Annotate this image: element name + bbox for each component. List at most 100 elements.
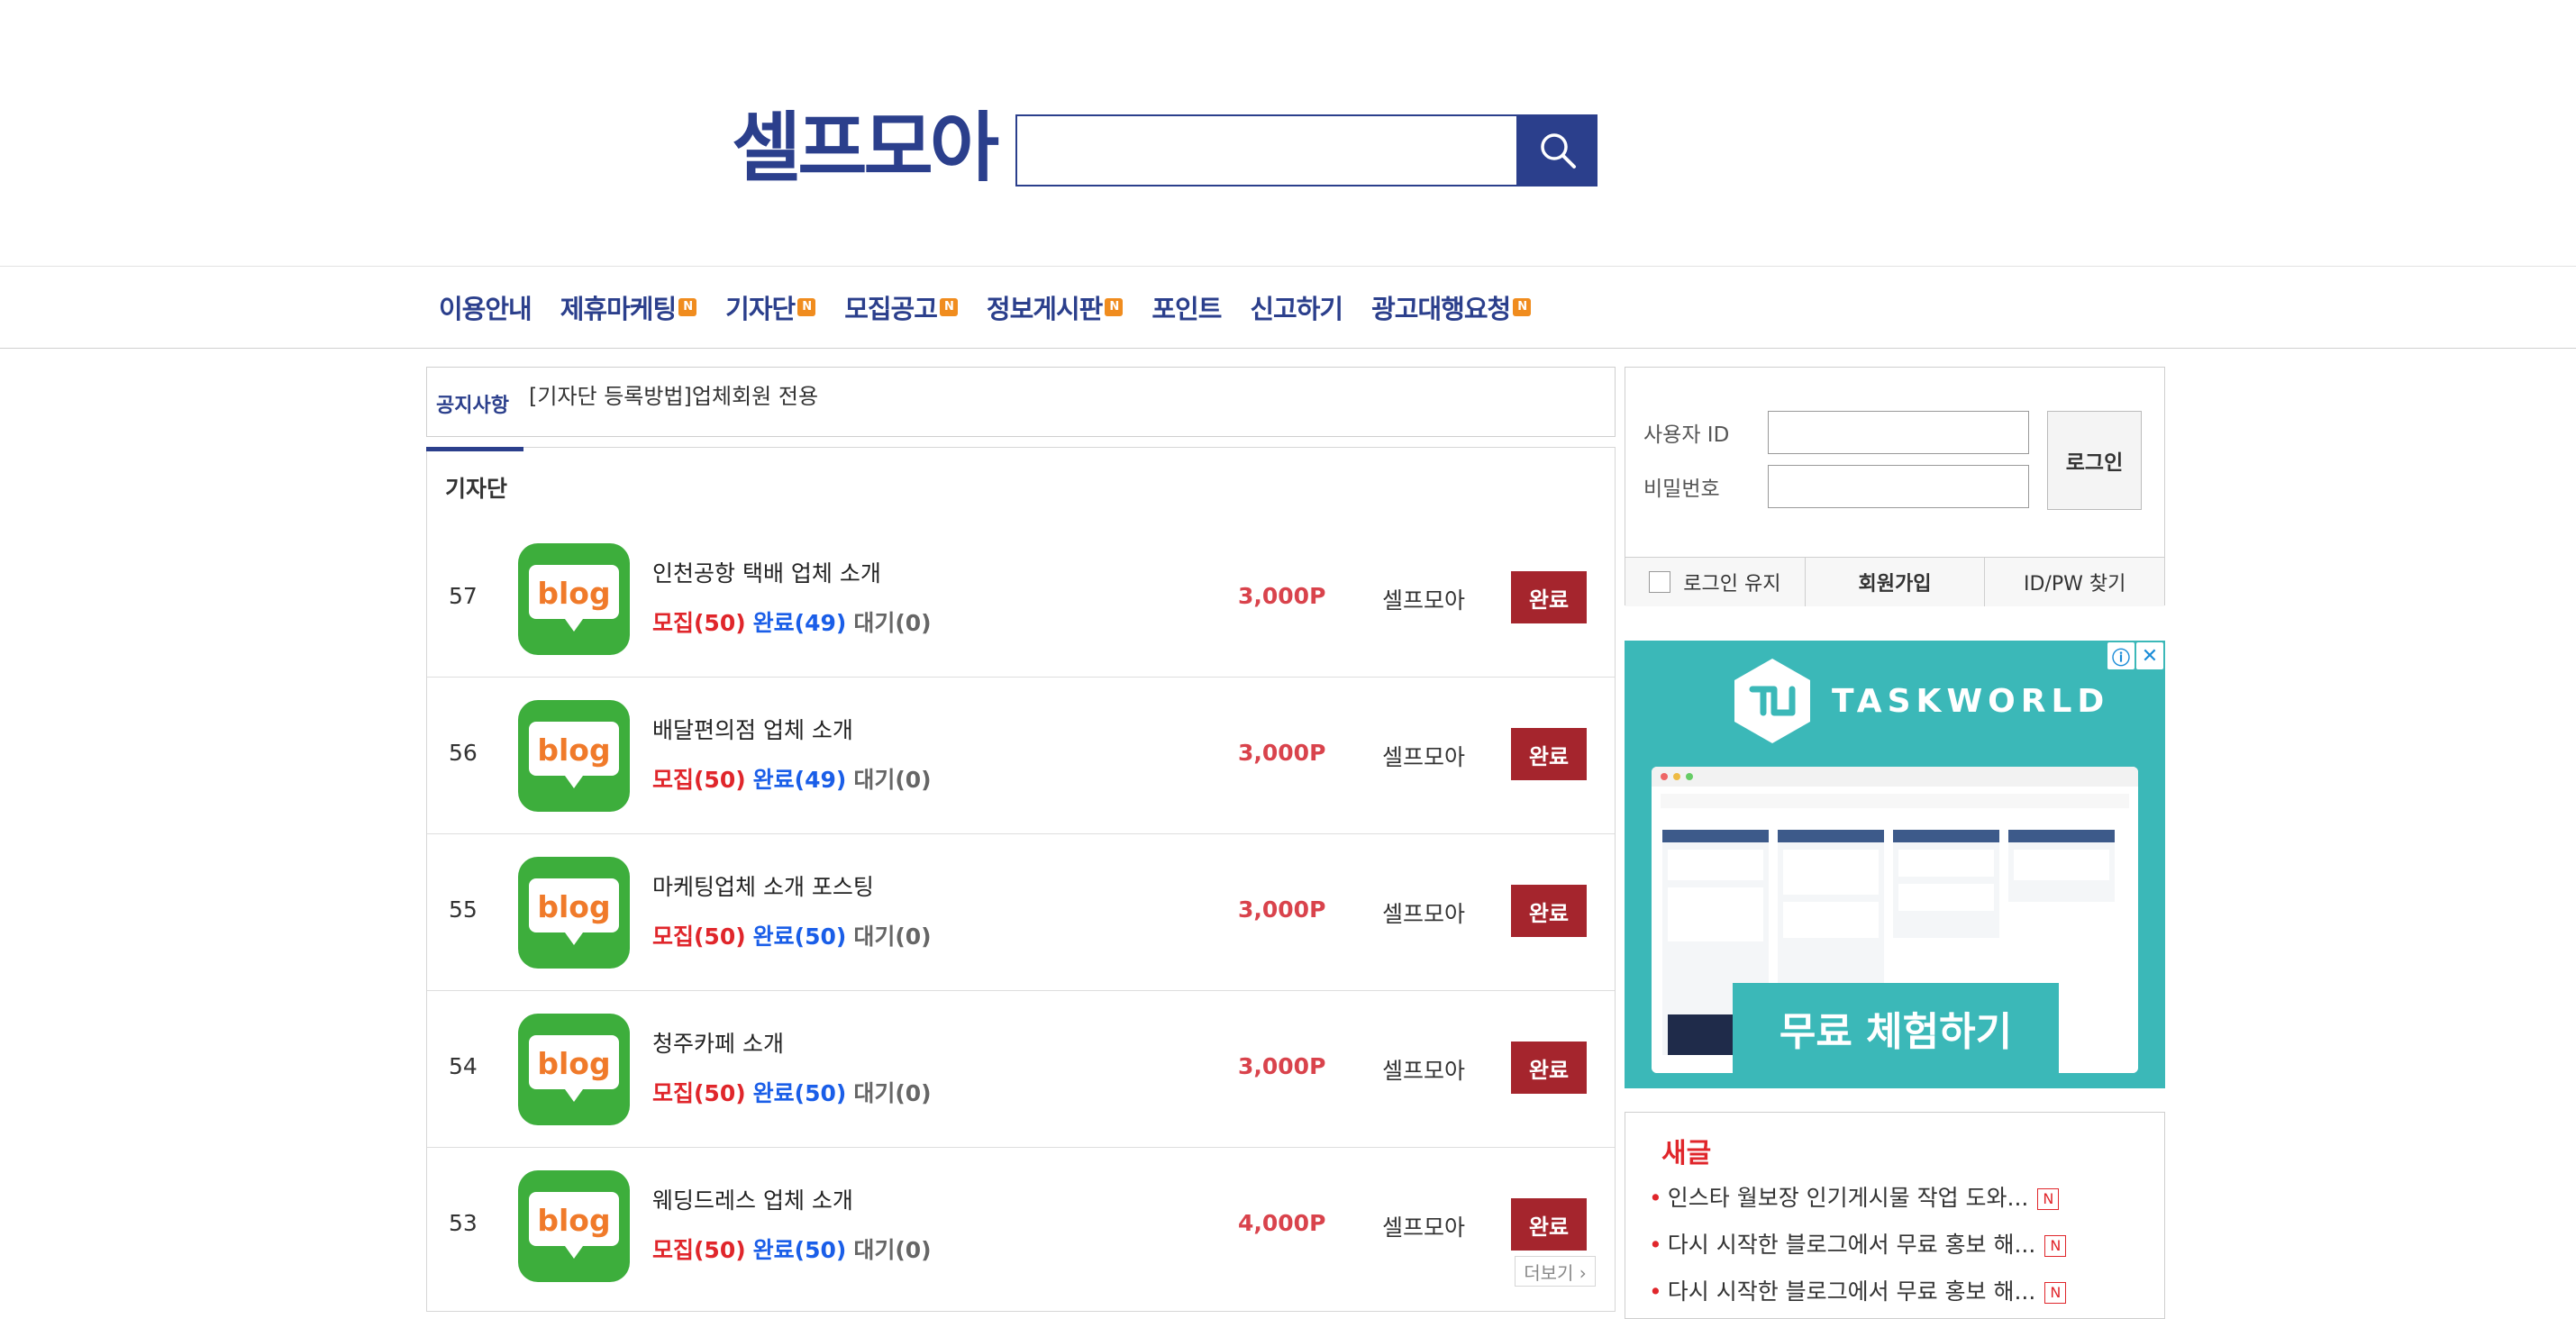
search-button[interactable] [1518,114,1597,186]
new-badge: N [797,298,816,316]
password-input[interactable] [1768,465,2029,508]
list-item[interactable]: 55 blog 마케팅업체 소개 포스팅 모집(50) 완료(50) 대기(0) 3… [427,833,1615,991]
list-item[interactable]: 56 blog 배달편의점 업체 소개 모집(50) 완료(49) 대기(0) 3,… [427,677,1615,834]
item-number: 55 [449,896,478,923]
new-post-title: 인스타 월보장 인기게시물 작업 도와... [1667,1185,2029,1211]
blog-icon: blog [518,543,630,655]
login-box: 사용자 ID 비밀번호 로그인 로그인 유지 회원가입 ID/PW 찾기 [1625,367,2165,606]
item-title[interactable]: 배달편의점 업체 소개 [652,713,853,745]
search-icon [1541,133,1576,168]
blog-icon: blog [518,700,630,812]
keep-login-checkbox[interactable] [1649,571,1671,593]
new-badge: N [2037,1188,2060,1210]
taskworld-logo-icon [1734,659,1810,743]
recruit-count: 모집(50) [652,610,746,636]
status-button[interactable]: 완료 [1511,1198,1587,1251]
new-badge: N [2044,1282,2067,1304]
user-id-input[interactable] [1768,411,2029,454]
nav-item-report[interactable]: 신고하기 [1250,288,1343,326]
item-number: 56 [449,740,478,766]
item-points: 3,000P [1238,583,1326,609]
wait-count: 대기(0) [853,1237,932,1263]
new-badge: N [1105,298,1124,316]
new-posts-title: 새글 [1661,1138,1712,1169]
ad-cta-button[interactable]: 무료 체험하기 [1733,983,2059,1073]
bullet: • [1649,1185,1662,1211]
new-post-title: 다시 시작한 블로그에서 무료 홍보 해... [1667,1278,2036,1305]
new-badge: N [939,298,958,316]
find-id-pw-link[interactable]: ID/PW 찾기 [1985,558,2164,606]
item-title[interactable]: 웨딩드레스 업체 소개 [652,1183,853,1215]
item-points: 3,000P [1238,740,1326,766]
ad-brand-name: TASKWORLD [1832,683,2110,720]
new-badge: N [1513,298,1532,316]
item-stats: 모집(50) 완료(50) 대기(0) [652,919,932,951]
nav-label: 이용안내 [439,294,532,324]
status-button[interactable]: 완료 [1511,728,1587,780]
more-button[interactable]: 더보기 › [1515,1256,1596,1287]
item-stats: 모집(50) 완료(50) 대기(0) [652,1233,932,1265]
done-count: 완료(49) [752,610,847,636]
nav-label: 기자단 [725,294,796,324]
recruit-count: 모집(50) [652,1080,746,1106]
ad-info-icon[interactable]: ⓘ [2107,642,2135,669]
done-count: 완료(49) [752,767,847,793]
active-tab-indicator [426,447,523,451]
nav-item-ad-agency-request[interactable]: 광고대행요청 N [1371,288,1532,326]
svg-text:blog: blog [537,1046,610,1081]
signup-link[interactable]: 회원가입 [1806,558,1986,606]
recruit-count: 모집(50) [652,767,746,793]
svg-text:blog: blog [537,732,610,768]
item-points: 3,000P [1238,1053,1326,1079]
nav-item-reporters[interactable]: 기자단 N [725,288,816,326]
item-author: 셀프모아 [1382,744,1466,770]
svg-text:blog: blog [537,1203,610,1238]
blog-icon: blog [518,1170,630,1282]
item-title[interactable]: 인천공항 택배 업체 소개 [652,556,881,588]
list-item[interactable]: 54 blog 청주카페 소개 모집(50) 완료(50) 대기(0) 3,000P… [427,990,1615,1148]
login-button[interactable]: 로그인 [2047,411,2142,510]
status-button[interactable]: 완료 [1511,885,1587,937]
item-title[interactable]: 마케팅업체 소개 포스팅 [652,869,874,902]
nav-label: 모집공고 [844,294,938,324]
item-number: 57 [449,583,478,609]
search-input[interactable] [1017,116,1516,185]
new-posts-box: 새글 • 인스타 월보장 인기게시물 작업 도와... N • 다시 시작한 블로그에… [1625,1112,2165,1319]
ad-banner[interactable]: TASKWORLD 무료 체험하기 ⓘ ✕ [1625,641,2165,1087]
nav-item-info-board[interactable]: 정보게시판 N [987,288,1124,326]
list-item[interactable]: 53 blog 웨딩드레스 업체 소개 모집(50) 완료(50) 대기(0) 4,… [427,1147,1615,1304]
notice-label: 공지사항 [436,395,509,417]
new-post-item[interactable]: • 다시 시작한 블로그에서 무료 홍보 해... N [1649,1227,2067,1260]
nav-item-affiliate-marketing[interactable]: 제휴마케팅 N [560,288,697,326]
svg-text:blog: blog [537,889,610,924]
search-box[interactable] [1015,114,1518,186]
status-button[interactable]: 완료 [1511,1042,1587,1094]
item-stats: 모집(50) 완료(50) 대기(0) [652,1076,932,1108]
list-item[interactable]: 57 blog 인천공항 택배 업체 소개 모집(50) 완료(49) 대기(0) … [427,520,1615,678]
keep-login-label: 로그인 유지 [1683,573,1781,596]
svg-text:blog: blog [537,576,610,611]
ad-close-icon[interactable]: ✕ [2136,642,2163,669]
done-count: 완료(50) [752,1237,847,1263]
user-id-label: 사용자 ID [1643,423,1730,447]
item-title[interactable]: 청주카페 소개 [652,1026,784,1059]
wait-count: 대기(0) [853,767,932,793]
notice-link[interactable]: [기자단 등록방법]업체회원 전용 [529,378,818,410]
nav-label: 제휴마케팅 [560,294,677,324]
nav-label: 광고대행요청 [1371,294,1511,324]
login-options: 로그인 유지 회원가입 ID/PW 찾기 [1625,557,2164,606]
site-logo[interactable]: 셀프모아 [732,110,999,186]
list-title[interactable]: 기자단 [445,471,507,504]
item-points: 3,000P [1238,896,1326,923]
nav-item-guide[interactable]: 이용안내 [439,288,532,326]
item-author: 셀프모아 [1382,587,1466,614]
main-nav: 이용안내 제휴마케팅 N 기자단 N 모집공고 N 정보게시판 N 포인트 신고하기 광… [0,266,2576,349]
status-button[interactable]: 완료 [1511,571,1587,623]
nav-item-recruitment[interactable]: 모집공고 N [844,288,958,326]
nav-item-points[interactable]: 포인트 [1151,288,1222,326]
new-post-item[interactable]: • 다시 시작한 블로그에서 무료 홍보 해... N [1649,1274,2067,1306]
item-points: 4,000P [1238,1210,1326,1236]
keep-login-option[interactable]: 로그인 유지 [1625,558,1806,606]
new-post-item[interactable]: • 인스타 월보장 인기게시물 작업 도와... N [1649,1180,2060,1213]
reporter-list-panel: 기자단 57 blog 인천공항 택배 업체 소개 모집(50) 완료(49) 대기… [426,447,1616,1312]
